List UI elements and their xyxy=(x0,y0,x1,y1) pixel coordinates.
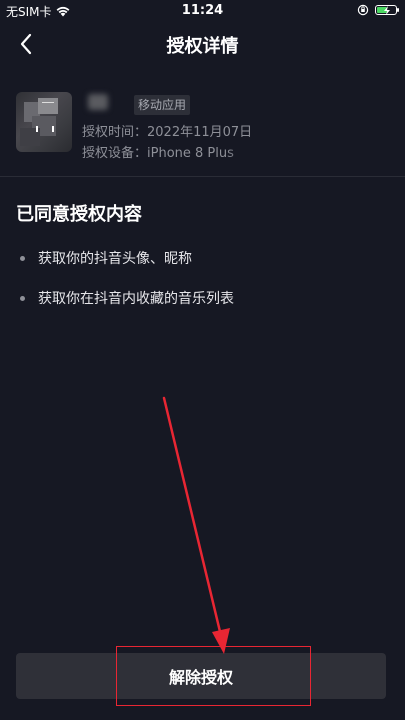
auth-device-line: 授权设备：iPhone 8 Plus xyxy=(82,142,234,161)
app-icon xyxy=(16,92,72,152)
auth-time-label: 授权时间： xyxy=(82,125,148,140)
status-bar: 无SIM卡 11:24 xyxy=(0,0,405,22)
nav-bar: 授权详情 xyxy=(0,22,405,66)
auth-time-line: 授权时间：2022年11月07日 xyxy=(82,121,252,140)
app-type-badge: 移动应用 xyxy=(134,95,191,115)
auth-device-label: 授权设备： xyxy=(82,146,148,161)
permission-list: 获取你的抖音头像、昵称 获取你在抖音内收藏的音乐列表 xyxy=(20,238,390,318)
app-name-blurred xyxy=(88,94,108,110)
bullet-icon xyxy=(20,295,25,301)
list-item: 获取你的抖音头像、昵称 xyxy=(20,238,390,278)
auth-device-value: iPhone 8 Plus xyxy=(147,146,234,161)
permission-text: 获取你的抖音头像、昵称 xyxy=(38,251,192,267)
revoke-authorization-button[interactable]: 解除授权 xyxy=(16,653,386,699)
orientation-lock-icon xyxy=(357,4,369,16)
list-item: 获取你在抖音内收藏的音乐列表 xyxy=(20,278,390,318)
status-right xyxy=(357,4,399,16)
status-time: 11:24 xyxy=(181,3,224,18)
section-divider xyxy=(0,176,405,177)
battery-icon xyxy=(375,5,399,15)
app-info: 移动应用 授权时间：2022年11月07日 授权设备：iPhone 8 Plus xyxy=(16,92,396,162)
permission-text: 获取你在抖音内收藏的音乐列表 xyxy=(38,291,234,307)
device-text-fade xyxy=(226,142,266,160)
bullet-icon xyxy=(20,255,25,261)
permissions-title: 已同意授权内容 xyxy=(16,204,142,225)
auth-time-value: 2022年11月07日 xyxy=(147,125,253,140)
page-title: 授权详情 xyxy=(166,36,239,57)
